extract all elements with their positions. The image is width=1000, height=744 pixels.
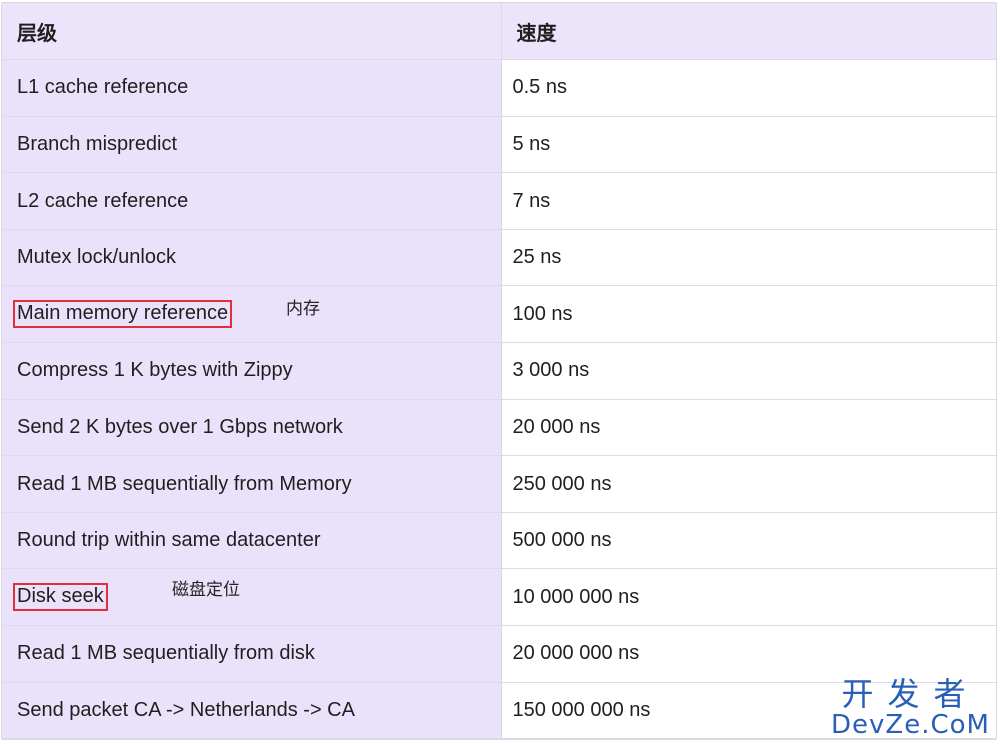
table-row: L2 cache reference 7 ns — [2, 172, 996, 230]
annotation-note: 内存 — [286, 299, 320, 320]
table-row: Send 2 K bytes over 1 Gbps network 20 00… — [2, 399, 996, 457]
watermark-logo: 开发者 DevZe.CoM — [831, 678, 990, 738]
annotation-note: 磁盘定位 — [172, 580, 240, 601]
level-cell: Compress 1 K bytes with Zippy — [2, 342, 501, 400]
speed-cell: 3 000 ns — [500, 342, 996, 400]
speed-cell: 5 ns — [500, 116, 996, 174]
speed-cell: 500 000 ns — [500, 512, 996, 570]
table-row: Read 1 MB sequentially from Memory 250 0… — [2, 455, 996, 513]
highlight-box: Main memory reference — [13, 300, 233, 329]
speed-cell: 25 ns — [500, 229, 996, 287]
speed-cell: 100 ns — [500, 285, 996, 344]
level-cell: Mutex lock/unlock — [2, 229, 501, 287]
level-cell: Read 1 MB sequentially from Memory — [2, 455, 501, 513]
level-cell: L1 cache reference — [2, 59, 501, 117]
table-row: Mutex lock/unlock 25 ns — [2, 229, 996, 287]
table-row: Read 1 MB sequentially from disk 20 000 … — [2, 625, 996, 683]
highlight-box: Disk seek — [13, 583, 108, 612]
level-cell: L2 cache reference — [2, 172, 501, 230]
level-cell: Read 1 MB sequentially from disk — [2, 625, 501, 683]
speed-cell: 10 000 000 ns — [500, 568, 996, 627]
speed-cell: 0.5 ns — [500, 59, 996, 117]
level-cell: Main memory reference 内存 — [2, 285, 501, 344]
level-cell: Send packet CA -> Netherlands -> CA — [2, 682, 501, 739]
latency-table: 层级 速度 L1 cache reference 0.5 ns Branch m… — [2, 3, 996, 739]
table-row: L1 cache reference 0.5 ns — [2, 59, 996, 117]
table-row: Compress 1 K bytes with Zippy 3 000 ns — [2, 342, 996, 400]
level-cell: Branch mispredict — [2, 116, 501, 174]
level-cell: Round trip within same datacenter — [2, 512, 501, 570]
level-cell: Disk seek 磁盘定位 — [2, 568, 501, 627]
table-row: Branch mispredict 5 ns — [2, 116, 996, 174]
level-cell: Send 2 K bytes over 1 Gbps network — [2, 399, 501, 457]
table-row: Round trip within same datacenter 500 00… — [2, 512, 996, 570]
latency-table-container: 层级 速度 L1 cache reference 0.5 ns Branch m… — [1, 2, 997, 740]
header-level: 层级 — [2, 3, 501, 61]
watermark-cn: 开发者 — [841, 675, 980, 713]
speed-cell: 20 000 ns — [500, 399, 996, 457]
speed-cell: 250 000 ns — [500, 455, 996, 513]
speed-cell: 20 000 000 ns — [500, 625, 996, 683]
header-speed: 速度 — [500, 3, 996, 61]
speed-cell: 7 ns — [500, 172, 996, 230]
watermark-en: DevZe.CoM — [831, 710, 990, 740]
table-row-highlighted: Disk seek 磁盘定位 10 000 000 ns — [2, 568, 996, 627]
table-row-highlighted: Main memory reference 内存 100 ns — [2, 285, 996, 344]
table-header-row: 层级 速度 — [2, 3, 996, 61]
